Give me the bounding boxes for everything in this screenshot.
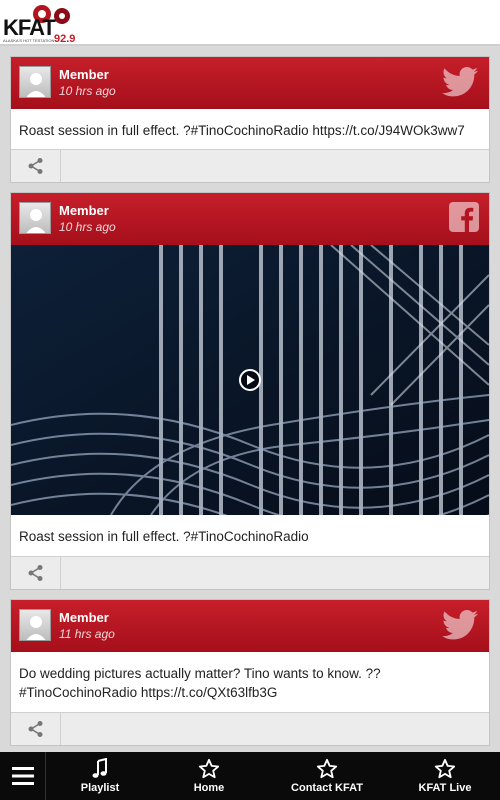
nav-label-playlist: Playlist	[80, 782, 120, 794]
twitter-icon[interactable]	[441, 67, 479, 102]
nav-label-contact-kfat: Contact KFAT	[291, 782, 363, 794]
post-header: Member 11 hrs ago	[11, 600, 489, 652]
nav-item-playlist[interactable]: Playlist	[50, 752, 150, 800]
post-text: Roast session in full effect. ?#TinoCoch…	[19, 123, 465, 138]
share-button[interactable]	[11, 150, 61, 182]
nav-item-contact-kfat[interactable]: Contact KFAT	[277, 752, 377, 800]
post-footer	[11, 149, 489, 182]
menu-button[interactable]	[0, 752, 46, 800]
post-author: Member	[59, 67, 109, 82]
feed-post: Member 10 hrs ago Roast session in full …	[10, 192, 490, 590]
nav-item-home[interactable]: Home	[159, 752, 259, 800]
star-icon	[434, 758, 456, 779]
social-feed[interactable]: Member 10 hrs ago Roast session in full …	[0, 48, 500, 752]
post-author: Member	[59, 203, 109, 218]
share-icon	[28, 565, 42, 581]
svg-text:ALASKA'S HOT TESTATION: ALASKA'S HOT TESTATION	[3, 38, 54, 43]
post-time: 10 hrs ago	[59, 84, 116, 98]
star-icon	[316, 758, 338, 779]
music-note-icon	[92, 758, 107, 778]
post-footer	[11, 712, 489, 745]
app-header: KFAT 92.9 ALASKA'S HOT TESTATION	[0, 0, 500, 46]
avatar	[19, 609, 51, 641]
nav-label-kfat-live: KFAT Live	[418, 782, 472, 794]
nav-item-kfat-live[interactable]: KFAT Live	[395, 752, 495, 800]
svg-text:KFAT: KFAT	[3, 15, 56, 40]
kfat-logo[interactable]: KFAT 92.9 ALASKA'S HOT TESTATION	[2, 2, 82, 45]
post-text: Do wedding pictures actually matter? Tin…	[19, 666, 381, 700]
share-icon	[28, 721, 42, 737]
video-player[interactable]	[11, 245, 489, 515]
svg-text:92.9: 92.9	[54, 33, 75, 44]
post-time: 10 hrs ago	[59, 220, 116, 234]
play-icon	[247, 375, 255, 385]
play-button[interactable]	[239, 369, 261, 391]
avatar	[19, 202, 51, 234]
post-author: Member	[59, 610, 109, 625]
nav-label-home: Home	[193, 782, 225, 794]
twitter-icon[interactable]	[441, 610, 479, 645]
post-time: 11 hrs ago	[59, 627, 115, 641]
share-button[interactable]	[11, 557, 61, 589]
post-header: Member 10 hrs ago	[11, 57, 489, 109]
star-icon	[198, 758, 220, 779]
hamburger-menu-icon	[11, 767, 34, 785]
bottom-nav: Playlist Home Contact KFAT KFAT Live	[0, 752, 500, 800]
post-header: Member 10 hrs ago	[11, 193, 489, 245]
feed-post: Member 10 hrs ago Roast session in full …	[10, 56, 490, 183]
facebook-icon[interactable]	[449, 202, 479, 237]
post-footer	[11, 556, 489, 589]
share-button[interactable]	[11, 713, 61, 745]
post-text: Roast session in full effect. ?#TinoCoch…	[19, 529, 309, 544]
avatar	[19, 66, 51, 98]
share-icon	[28, 158, 42, 174]
feed-post: Member 11 hrs ago Do wedding pictures ac…	[10, 599, 490, 746]
